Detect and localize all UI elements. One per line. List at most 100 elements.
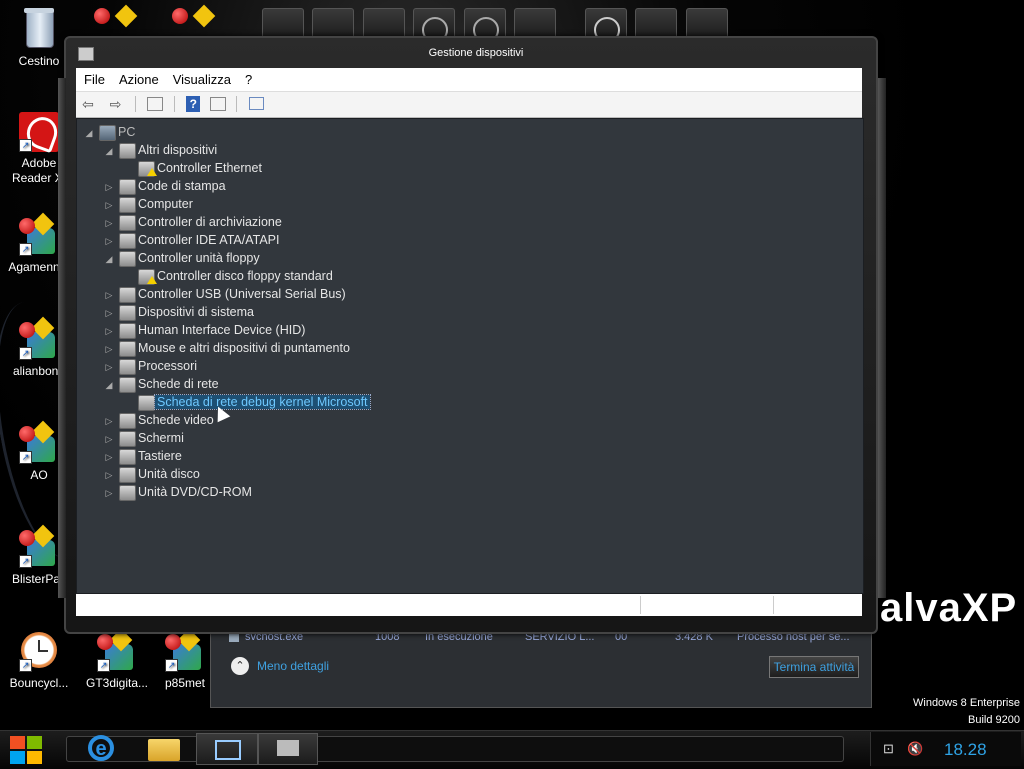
tree-item-label: Controller unità floppy <box>138 251 260 265</box>
frame-right-edge <box>878 78 886 598</box>
device-category-icon <box>119 305 136 321</box>
user-game-icon: ↗ <box>19 420 59 464</box>
desktop-icon-gt3digital[interactable]: ↗ GT3digita... <box>78 628 156 690</box>
status-bar <box>76 594 862 616</box>
user-game-icon: ↗ <box>97 628 137 672</box>
tree-item-label: Schede video <box>138 413 214 427</box>
adobe-reader-icon: ↗ <box>19 112 62 154</box>
device-category-icon <box>119 143 136 159</box>
forward-arrow-icon[interactable]: ⇨ <box>106 96 124 112</box>
tree-item-label: Computer <box>138 197 193 211</box>
tree-item-label: Human Interface Device (HID) <box>138 323 306 337</box>
tree-item-label: Unità DVD/CD-ROM <box>138 485 252 499</box>
expand-icon[interactable]: ▷ <box>105 236 113 247</box>
tree-item-label: Mouse e altri dispositivi di puntamento <box>138 341 350 355</box>
task-manager-icon <box>215 740 241 760</box>
expand-icon[interactable]: ▷ <box>105 488 113 499</box>
taskbar-clock[interactable]: 18.28 <box>944 740 987 760</box>
device-category-icon <box>119 287 136 303</box>
recycle-bin-icon <box>22 6 56 50</box>
partial-user-game-icon <box>170 4 218 36</box>
device-category-icon <box>119 197 136 213</box>
expand-icon[interactable]: ▷ <box>105 308 113 319</box>
watermark-build: Build 9200 <box>968 714 1020 726</box>
computer-icon <box>99 125 116 141</box>
warning-icon <box>147 168 157 176</box>
back-arrow-icon[interactable]: ⇦ <box>79 96 97 112</box>
task-manager-taskbar-button[interactable] <box>196 733 258 765</box>
less-details-link[interactable]: Meno dettagli <box>257 659 329 673</box>
watermark-edition: Windows 8 Enterprise <box>913 697 1020 709</box>
collapse-icon[interactable]: ◢ <box>85 128 93 139</box>
expand-icon[interactable]: ▷ <box>105 470 113 481</box>
user-game-icon: ↗ <box>19 316 59 360</box>
volume-muted-icon[interactable]: 🔇 <box>907 741 923 757</box>
tree-item-label: Tastiere <box>138 449 182 463</box>
tree-item-label: Dispositivi di sistema <box>138 305 255 319</box>
menu-bar: File Azione Visualizza? <box>76 68 862 91</box>
tree-item-label: Controller di archiviazione <box>138 215 282 229</box>
show-hide-tree-icon[interactable] <box>147 97 164 111</box>
toolbar-separator <box>134 96 136 112</box>
device-category-icon <box>138 395 155 411</box>
device-category-icon <box>119 485 136 501</box>
tree-item-label: Controller USB (Universal Serial Bus) <box>138 287 346 301</box>
scan-hardware-icon[interactable] <box>248 97 264 110</box>
desktop-icon-label: GT3digita... <box>85 676 149 690</box>
expand-icon[interactable]: ▷ <box>105 290 113 301</box>
expand-icon[interactable]: ▷ <box>105 344 113 355</box>
start-button[interactable] <box>6 733 46 765</box>
collapse-icon[interactable]: ◢ <box>105 146 113 157</box>
expand-icon[interactable]: ▷ <box>105 452 113 463</box>
menu-help[interactable]: ? <box>237 68 258 87</box>
toolbar-separator <box>173 96 175 112</box>
windows-watermark: Windows 8 Enterprise Build 9200 <box>880 695 1020 729</box>
network-icon[interactable]: ⊡ <box>883 741 894 757</box>
device-manager-taskbar-button[interactable] <box>258 733 318 765</box>
status-divider <box>773 596 774 614</box>
file-explorer-icon[interactable] <box>144 733 188 763</box>
collapse-icon[interactable]: ◢ <box>105 254 113 265</box>
menu-file[interactable]: File <box>76 68 111 87</box>
toolbar-separator <box>236 96 238 112</box>
window-title: Gestione dispositivi <box>428 47 524 59</box>
device-category-icon <box>119 215 136 231</box>
user-game-icon: ↗ <box>165 628 205 672</box>
internet-explorer-icon[interactable]: e <box>84 733 128 763</box>
expand-icon[interactable]: ▷ <box>105 200 113 211</box>
tree-item-label: Altri dispositivi <box>138 143 218 157</box>
partial-user-game-icon <box>92 4 140 36</box>
expand-icon[interactable]: ▷ <box>105 362 113 373</box>
properties-icon[interactable] <box>209 97 226 111</box>
status-divider <box>640 596 641 614</box>
device-category-icon <box>119 179 136 195</box>
toolbar: ⇦ ⇨ ? <box>76 91 862 118</box>
user-game-icon: ↗ <box>19 524 59 568</box>
expand-icon[interactable]: ▷ <box>105 326 113 337</box>
device-tree: ◢ PC ◢ Altri dispositivi Controller Ethern… <box>76 118 864 594</box>
expand-icon[interactable]: ▷ <box>105 416 113 427</box>
end-task-button[interactable]: Termina attività <box>769 656 859 678</box>
warning-icon <box>147 276 157 284</box>
desktop-icon-bouncycl[interactable]: ↗ Bouncycl... <box>0 632 78 690</box>
shortcut-arrow-icon: ↗ <box>19 139 32 152</box>
collapse-icon[interactable]: ◢ <box>105 380 113 391</box>
expand-icon[interactable]: ▷ <box>105 182 113 193</box>
tree-item-label: Schermi <box>138 431 184 445</box>
device-category-icon <box>119 413 136 429</box>
chevron-up-icon[interactable]: ⌃ <box>231 657 249 675</box>
expand-icon[interactable]: ▷ <box>105 434 113 445</box>
window-app-icon[interactable] <box>78 47 94 61</box>
menu-azione[interactable]: Azione <box>111 68 165 87</box>
expand-icon[interactable]: ▷ <box>105 218 113 229</box>
device-category-icon <box>119 431 136 447</box>
menu-visualizza[interactable]: Visualizza <box>165 68 237 87</box>
clock-app-icon: ↗ <box>19 632 59 672</box>
help-icon[interactable]: ? <box>186 96 201 112</box>
tree-item-label: Schede di rete <box>138 377 219 391</box>
user-game-icon: ↗ <box>19 212 59 256</box>
tree-root-label: PC <box>118 125 136 139</box>
tree-item-label: Unità disco <box>138 467 200 481</box>
device-category-icon <box>119 341 136 357</box>
tree-item-label: Scheda di rete debug kernel Microsoft <box>154 394 371 410</box>
